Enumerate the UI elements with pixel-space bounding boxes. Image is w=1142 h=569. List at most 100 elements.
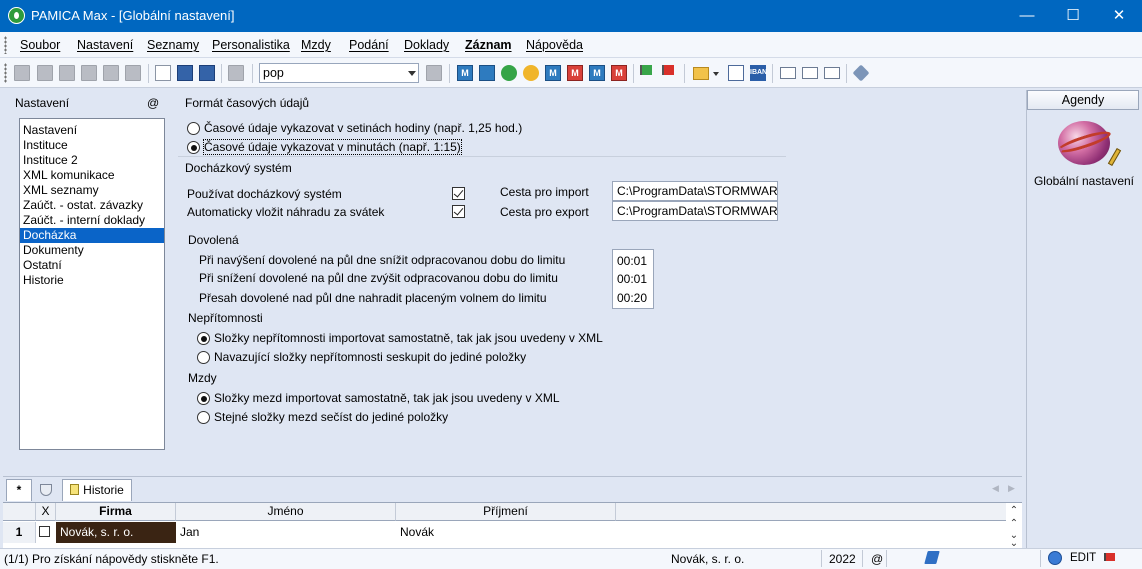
absence-separate-label[interactable]: Složky nepřítomnosti importovat samostat… (214, 331, 603, 345)
menu-nastaveni[interactable]: Nastavení (77, 38, 133, 52)
pamica-app-icon[interactable] (8, 7, 25, 24)
nav-item-historie[interactable]: Historie (20, 273, 164, 288)
cell-firma[interactable]: Novák, s. r. o. (56, 522, 176, 543)
menu-podani[interactable]: Podání (349, 38, 389, 52)
menu-mzdy[interactable]: Mzdy (301, 38, 331, 52)
settings-nav-list[interactable]: Nastavení Instituce Instituce 2 XML komu… (19, 118, 165, 450)
nav-item-xml-komunikace[interactable]: XML komunikace (20, 168, 164, 183)
import-path-input[interactable]: C:\ProgramData\STORMWARE (612, 181, 778, 201)
cell-jmeno[interactable]: Jan (176, 522, 396, 543)
menu-napoveda[interactable]: Nápověda (526, 38, 583, 52)
wages-sum-radio[interactable] (197, 411, 210, 424)
nav-item-ostatni[interactable]: Ostatní (20, 258, 164, 273)
calculator-icon[interactable] (728, 65, 744, 81)
nav-item-instituce[interactable]: Instituce (20, 138, 164, 153)
save-icon[interactable] (177, 65, 193, 81)
menu-zaznam[interactable]: Záznam (465, 38, 512, 52)
module-m3-icon[interactable]: M (589, 65, 605, 81)
module-m-icon[interactable]: M (457, 65, 473, 81)
nav-item-zauct-ostat-zavazky[interactable]: Zaúčt. - ostat. závazky (20, 198, 164, 213)
flag-green-icon[interactable] (640, 65, 652, 75)
vacation-row-3-value[interactable]: 00:20 (617, 291, 647, 305)
agendy-header[interactable]: Agendy (1027, 90, 1139, 110)
folder-icon[interactable] (693, 67, 709, 80)
agendy-item-label[interactable]: Globální nastavení (1027, 174, 1141, 188)
nav-item-dokumenty[interactable]: Dokumenty (20, 243, 164, 258)
absence-separate-radio[interactable] (197, 332, 210, 345)
title-bar[interactable]: PAMICA Max - [Globální nastavení] — ☐ ✕ (0, 0, 1142, 32)
scroll-up-icon[interactable]: ⌃ (1008, 506, 1020, 516)
print-dialog-icon[interactable] (103, 65, 119, 81)
tab-scroll-right-icon[interactable]: ▶ (1008, 483, 1015, 494)
filter-icon[interactable] (40, 484, 52, 496)
flag-red-icon[interactable] (662, 65, 674, 75)
upload-icon[interactable] (479, 65, 495, 81)
nav-item-instituce-2[interactable]: Instituce 2 (20, 153, 164, 168)
module-m-red2-icon[interactable]: M (611, 65, 627, 81)
quick-search-combo[interactable] (259, 63, 419, 83)
absence-group-label[interactable]: Navazující složky nepřítomnosti seskupit… (214, 350, 526, 364)
copy-record-icon[interactable] (37, 65, 53, 81)
nav-item-dochazka[interactable]: Docházka (20, 228, 164, 243)
cell-prijmeni[interactable]: Novák (396, 522, 616, 543)
quick-search-input[interactable] (263, 66, 403, 80)
filter-icon[interactable] (426, 65, 442, 81)
duplicate-icon[interactable] (228, 65, 244, 81)
vacation-row-2-value[interactable]: 00:01 (617, 272, 647, 286)
column-header-x[interactable]: X (36, 503, 56, 521)
tab-star[interactable]: * (6, 479, 32, 501)
nav-item-xml-seznamy[interactable]: XML seznamy (20, 183, 164, 198)
use-attendance-checkbox[interactable] (452, 187, 465, 200)
status-year[interactable]: 2022 (829, 552, 856, 566)
tab-scroll-left-icon[interactable]: ◀ (992, 483, 999, 494)
auto-holiday-checkbox[interactable] (452, 205, 465, 218)
record-tree-icon[interactable] (14, 65, 30, 81)
menu-doklady[interactable]: Doklady (404, 38, 449, 52)
chevron-down-icon[interactable] (713, 72, 719, 76)
row-number[interactable]: 1 (3, 522, 36, 543)
wages-separate-radio[interactable] (197, 392, 210, 405)
report-icon[interactable] (125, 65, 141, 81)
flag-red-icon[interactable] (1104, 553, 1115, 561)
menu-personalistika[interactable]: Personalistika (212, 38, 290, 52)
list-icon[interactable] (802, 67, 818, 79)
close-button[interactable]: ✕ (1096, 0, 1142, 32)
person-green-icon[interactable] (501, 65, 517, 81)
column-header-prijmeni[interactable]: Příjmení (396, 503, 616, 521)
scroll-up-icon[interactable]: ⌃ (1008, 519, 1020, 529)
status-company[interactable]: Novák, s. r. o. (671, 552, 744, 566)
time-format-hundredths-label[interactable]: Časové údaje vykazovat v setinách hodiny… (204, 121, 522, 135)
time-format-hundredths-radio[interactable] (187, 122, 200, 135)
row-select-checkbox[interactable] (39, 526, 50, 537)
ok-check-icon[interactable] (1048, 551, 1062, 565)
form-icon[interactable] (824, 67, 840, 79)
nav-item-nastaveni[interactable]: Nastavení (20, 123, 164, 138)
card-icon[interactable] (780, 67, 796, 79)
column-header-jmeno[interactable]: Jméno (176, 503, 396, 521)
tab-historie[interactable]: Historie (62, 479, 132, 501)
iban-icon[interactable]: IBAN (750, 65, 767, 81)
person-yellow-icon[interactable] (523, 65, 539, 81)
wages-separate-label[interactable]: Složky mezd importovat samostatně, tak j… (214, 391, 560, 405)
print-preview-icon[interactable] (81, 65, 97, 81)
print-icon[interactable] (59, 65, 75, 81)
vacation-row-1-value[interactable]: 00:01 (617, 254, 647, 268)
time-format-minutes-label[interactable]: Časové údaje vykazovat v minutách (např.… (203, 139, 462, 155)
column-header-firma[interactable]: Firma (56, 503, 176, 521)
status-edit-mode[interactable]: EDIT (1070, 552, 1096, 564)
module-m-red-icon[interactable]: M (567, 65, 583, 81)
menu-seznamy[interactable]: Seznamy (147, 38, 199, 52)
menu-soubor[interactable]: Soubor (20, 38, 60, 52)
chevron-down-icon[interactable] (408, 71, 416, 76)
new-record-icon[interactable] (155, 65, 171, 81)
status-at[interactable]: @ (871, 552, 883, 566)
maximize-button[interactable]: ☐ (1050, 0, 1096, 32)
module-m2-icon[interactable]: M (545, 65, 561, 81)
time-format-minutes-radio[interactable] (187, 141, 200, 154)
export-path-input[interactable]: C:\ProgramData\STORMWARE (612, 201, 778, 221)
at-button[interactable]: @ (147, 96, 159, 110)
minimize-button[interactable]: — (1004, 0, 1050, 32)
nav-item-zauct-interni-doklady[interactable]: Zaúčt. - interní doklady (20, 213, 164, 228)
wages-sum-label[interactable]: Stejné složky mezd sečíst do jediné polo… (214, 410, 448, 424)
absence-group-radio[interactable] (197, 351, 210, 364)
